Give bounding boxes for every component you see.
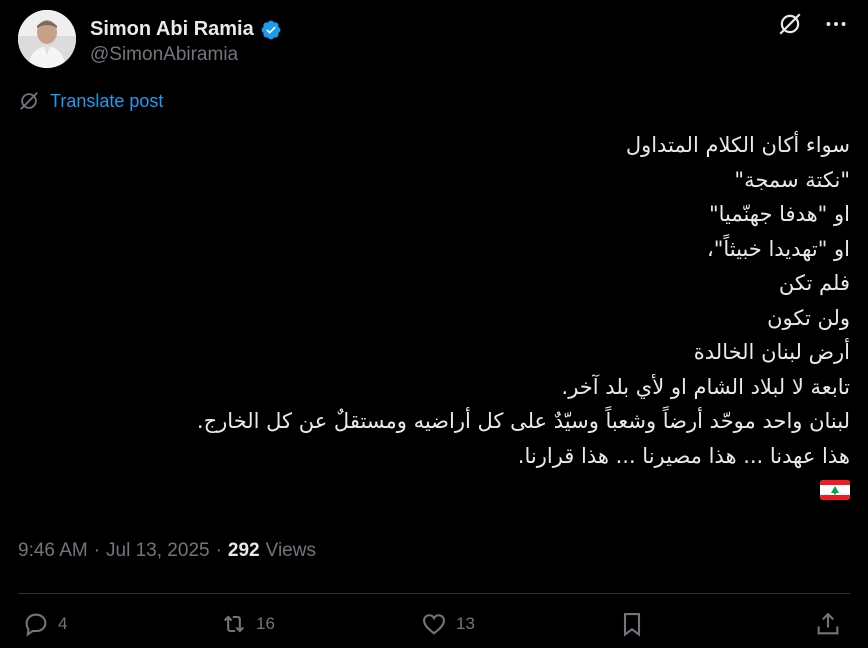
bookmark-button[interactable]	[618, 610, 646, 638]
repost-button[interactable]: 16	[220, 610, 275, 638]
meta-separator: ·	[93, 540, 101, 561]
author-name[interactable]: Simon Abi Ramia	[90, 18, 254, 41]
post-header: Simon Abi Ramia @SimonAbiramia	[18, 10, 850, 70]
tweet-line: او "هدفا جهنّميا"	[708, 202, 850, 226]
post-time[interactable]: 9:46 AM	[18, 540, 88, 562]
post-meta: 9:46 AM · Jul 13, 2025 · 292 Views	[18, 540, 316, 562]
repost-icon	[223, 615, 245, 633]
like-button[interactable]: 13	[420, 610, 475, 638]
views-label: Views	[265, 540, 316, 561]
like-count: 13	[456, 614, 475, 633]
verified-badge-icon	[261, 20, 281, 39]
avatar[interactable]	[18, 10, 76, 68]
translate-label[interactable]: Translate post	[50, 91, 163, 112]
repost-count: 16	[256, 614, 275, 633]
reply-button[interactable]: 4	[22, 610, 67, 638]
translate-post-button[interactable]: Translate post	[18, 90, 163, 112]
tweet-line: هذا عهدنا ... هذا مصيرنا ... هذا قرارنا.	[517, 443, 850, 468]
tweet-line: سواء أكان الكلام المتداول	[625, 133, 850, 157]
grok-icon[interactable]	[776, 10, 804, 38]
lebanon-flag-icon	[820, 480, 850, 500]
avatar-image	[18, 10, 76, 68]
reply-count: 4	[58, 614, 68, 633]
bookmark-icon	[623, 613, 641, 637]
more-icon[interactable]	[822, 10, 850, 38]
reply-icon	[25, 613, 47, 637]
tweet-line: أرض لبنان الخالدة	[693, 340, 850, 364]
meta-separator: ·	[215, 540, 222, 561]
translate-icon	[20, 92, 38, 110]
share-button[interactable]	[814, 610, 842, 638]
tweet-line: تابعة لا لبلاد الشام او لأي بلد آخر.	[561, 374, 850, 399]
author-handle[interactable]: @SimonAbiramia	[90, 44, 238, 66]
tweet-line: فلم تكن	[778, 271, 850, 295]
views-count: 292	[227, 540, 260, 561]
like-icon	[423, 614, 445, 635]
tweet-line: "نكتة سمجة"	[734, 167, 850, 192]
divider	[18, 593, 850, 594]
tweet-line: لبنان واحد موحّد أرضاً وشعباً وسيّدٌ على…	[196, 409, 850, 433]
tweet-text: سواء أكان الكلام المتداول "نكتة سمجة" او…	[18, 128, 850, 507]
action-bar: 4 16 13	[18, 610, 850, 646]
tweet-line: ولن تكون	[767, 305, 850, 330]
tweet-line: او "تهديدا خبيثاً"،	[706, 236, 850, 261]
share-icon	[817, 612, 839, 635]
post-date[interactable]: Jul 13, 2025	[106, 540, 210, 562]
